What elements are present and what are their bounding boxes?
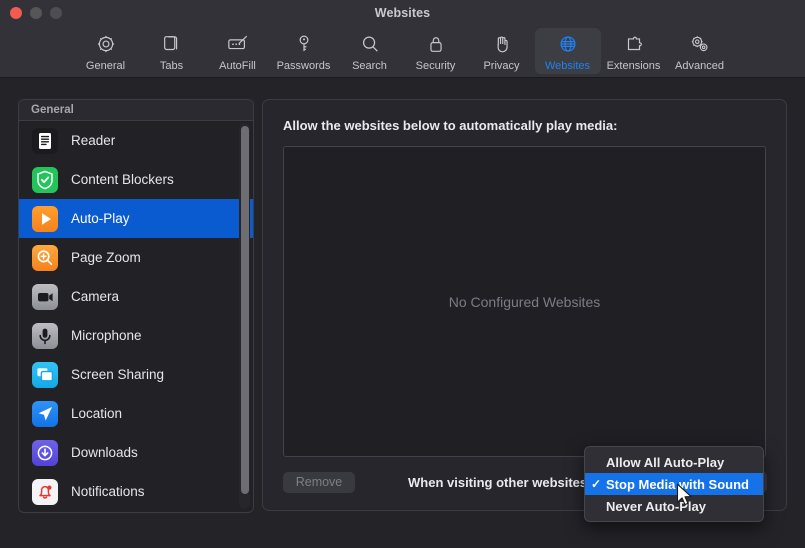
menu-item-label: Allow All Auto-Play: [606, 455, 724, 470]
preferences-toolbar: General Tabs AutoFill: [0, 26, 805, 78]
autofill-icon: [223, 31, 253, 57]
menu-item-label: Never Auto-Play: [606, 499, 706, 514]
toolbar-item-extensions[interactable]: Extensions: [601, 28, 667, 74]
bell-icon: [32, 479, 58, 505]
puzzle-icon: [619, 31, 649, 57]
search-icon: [355, 31, 385, 57]
titlebar: Websites: [0, 0, 805, 26]
websites-sidebar: General Reader: [18, 99, 254, 513]
sidebar-label-auto-play: Auto-Play: [71, 211, 130, 226]
sidebar-label-notifications: Notifications: [71, 484, 145, 499]
menu-item-never-auto-play[interactable]: ✓ Never Auto-Play: [585, 495, 763, 517]
camera-icon: [32, 284, 58, 310]
screen-share-icon: [32, 362, 58, 388]
download-icon: [32, 440, 58, 466]
play-icon: [32, 206, 58, 232]
toolbar-item-tabs[interactable]: Tabs: [139, 28, 205, 74]
sidebar-item-screen-sharing[interactable]: Screen Sharing: [19, 355, 253, 394]
magnifier-plus-icon: [32, 245, 58, 271]
toolbar-item-advanced[interactable]: Advanced: [667, 28, 733, 74]
sidebar-item-microphone[interactable]: Microphone: [19, 316, 253, 355]
toolbar-label-websites: Websites: [545, 60, 590, 72]
toolbar-item-privacy[interactable]: Privacy: [469, 28, 535, 74]
window-title: Websites: [0, 0, 805, 26]
toolbar-label-passwords: Passwords: [277, 60, 331, 72]
gears-icon: [685, 31, 715, 57]
panel-title: Allow the websites below to automaticall…: [283, 118, 617, 133]
toolbar-label-privacy: Privacy: [483, 60, 519, 72]
checkmark-icon: ✓: [591, 477, 606, 491]
lock-icon: [421, 31, 451, 57]
reader-icon: [32, 128, 58, 154]
toolbar-label-extensions: Extensions: [607, 60, 661, 72]
sidebar-item-camera[interactable]: Camera: [19, 277, 253, 316]
shield-check-icon: [32, 167, 58, 193]
sidebar-label-camera: Camera: [71, 289, 119, 304]
toolbar-label-general: General: [86, 60, 125, 72]
hand-icon: [487, 31, 517, 57]
sidebar-section-header: General: [19, 100, 253, 121]
toolbar-label-search: Search: [352, 60, 387, 72]
configured-websites-list[interactable]: No Configured Websites: [283, 146, 766, 457]
toolbar-item-general[interactable]: General: [73, 28, 139, 74]
sidebar-item-reader[interactable]: Reader: [19, 121, 253, 160]
toolbar-item-passwords[interactable]: Passwords: [271, 28, 337, 74]
sidebar-label-downloads: Downloads: [71, 445, 138, 460]
sidebar-item-downloads[interactable]: Downloads: [19, 433, 253, 472]
sidebar-item-auto-play[interactable]: Auto-Play: [19, 199, 253, 238]
empty-list-message: No Configured Websites: [449, 294, 600, 310]
toolbar-item-search[interactable]: Search: [337, 28, 403, 74]
toolbar-label-tabs: Tabs: [160, 60, 183, 72]
toolbar-label-autofill: AutoFill: [219, 60, 256, 72]
preferences-window: Websites General Tabs: [0, 0, 805, 548]
microphone-icon: [32, 323, 58, 349]
toolbar-label-security: Security: [416, 60, 456, 72]
sidebar-item-content-blockers[interactable]: Content Blockers: [19, 160, 253, 199]
when-visiting-label: When visiting other websites:: [408, 475, 591, 490]
sidebar-label-reader: Reader: [71, 133, 115, 148]
toolbar-item-websites[interactable]: Websites: [535, 28, 601, 74]
menu-item-label: Stop Media with Sound: [606, 477, 749, 492]
globe-icon: [553, 31, 583, 57]
menu-item-allow-all-auto-play[interactable]: ✓ Allow All Auto-Play: [585, 451, 763, 473]
sidebar-label-microphone: Microphone: [71, 328, 142, 343]
location-arrow-icon: [32, 401, 58, 427]
key-icon: [289, 31, 319, 57]
sidebar-item-page-zoom[interactable]: Page Zoom: [19, 238, 253, 277]
gear-icon: [91, 31, 121, 57]
toolbar-item-security[interactable]: Security: [403, 28, 469, 74]
toolbar-item-autofill[interactable]: AutoFill: [205, 28, 271, 74]
sidebar-label-content-blockers: Content Blockers: [71, 172, 174, 187]
sidebar-scrollbar-thumb[interactable]: [241, 126, 249, 494]
sidebar-item-notifications[interactable]: Notifications: [19, 472, 253, 511]
sidebar-label-location: Location: [71, 406, 122, 421]
sidebar-item-location[interactable]: Location: [19, 394, 253, 433]
sidebar-label-screen-sharing: Screen Sharing: [71, 367, 164, 382]
sidebar-list: Reader Content Blockers: [19, 121, 253, 511]
auto-play-dropdown-menu: ✓ Allow All Auto-Play ✓ Stop Media with …: [584, 446, 764, 522]
tabs-icon: [157, 31, 187, 57]
sidebar-label-page-zoom: Page Zoom: [71, 250, 141, 265]
remove-button[interactable]: Remove: [283, 472, 355, 493]
toolbar-label-advanced: Advanced: [675, 60, 724, 72]
menu-item-stop-media-with-sound[interactable]: ✓ Stop Media with Sound: [585, 473, 763, 495]
